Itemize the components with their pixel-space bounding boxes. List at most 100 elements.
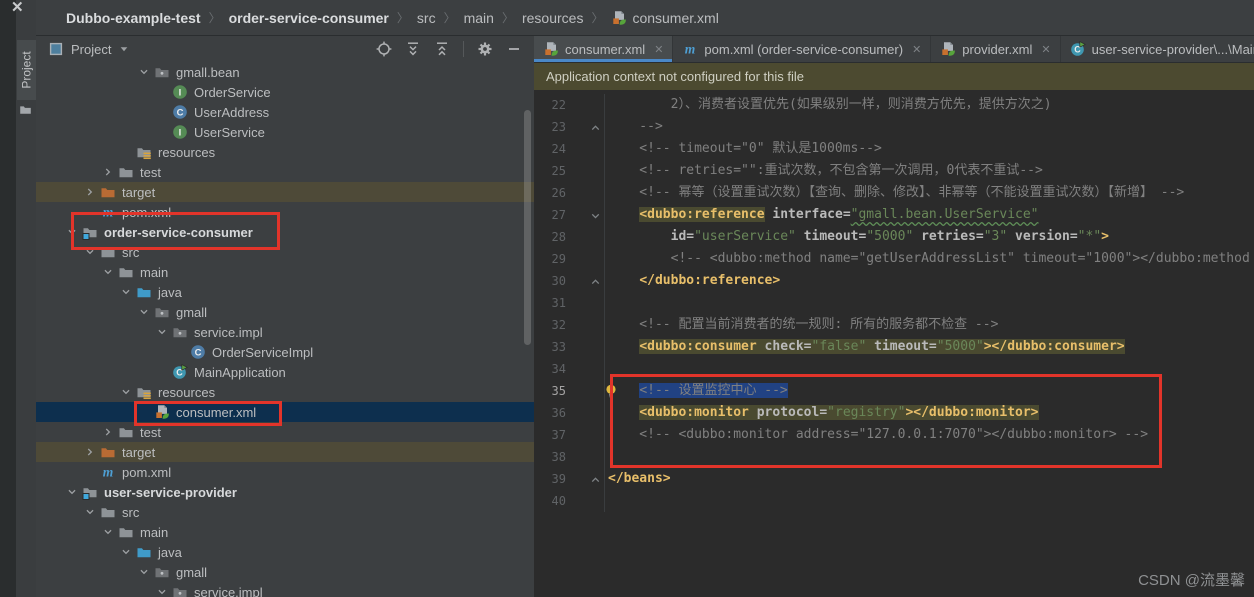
chevron-right-icon[interactable]	[101, 165, 115, 179]
breadcrumb-item-order-service-consumer[interactable]: order-service-consumer	[229, 10, 389, 26]
chevron-down-icon[interactable]	[65, 485, 79, 499]
tree-row-order-service-consumer[interactable]: order-service-consumer	[36, 222, 534, 242]
tree-row-userservice[interactable]: I UserService	[36, 122, 534, 142]
chevron-down-icon[interactable]	[83, 245, 97, 259]
tree-toggle[interactable]	[80, 184, 100, 200]
chevron-down-icon[interactable]	[137, 305, 151, 319]
tree-row-pom-xml[interactable]: m pom.xml	[36, 202, 534, 222]
chevron-down-icon[interactable]	[155, 585, 169, 597]
tab-pom-xml-order-service-consumer[interactable]: m pom.xml (order-service-consumer) ✕	[673, 36, 932, 62]
breadcrumb-item-main[interactable]: main	[464, 10, 494, 26]
code-line-40[interactable]: 40	[534, 490, 1254, 512]
breadcrumb-item-resources[interactable]: resources	[522, 10, 583, 26]
tree-row-java[interactable]: java	[36, 282, 534, 302]
tree-row-src[interactable]: src	[36, 242, 534, 262]
chevron-down-icon[interactable]	[101, 525, 115, 539]
code-line-34[interactable]: 34	[534, 358, 1254, 380]
tree-row-target[interactable]: target	[36, 182, 534, 202]
chevron-right-icon[interactable]	[83, 445, 97, 459]
tree-row-target[interactable]: target	[36, 442, 534, 462]
code-line-33[interactable]: 33 <dubbo:consumer check="false" timeout…	[534, 336, 1254, 358]
gear-icon[interactable]	[477, 41, 493, 57]
code-line-39[interactable]: 39 </beans>	[534, 468, 1254, 490]
tree-row-mainapplication[interactable]: C MainApplication	[36, 362, 534, 382]
code-line-25[interactable]: 25 <!-- retries="":重试次数，不包含第一次调用，0代表不重试-…	[534, 160, 1254, 182]
code-line-22[interactable]: 22 2）、消费者设置优先(如果级别一样，则消费方优先，提供方次之)	[534, 94, 1254, 116]
chevron-down-icon[interactable]	[83, 505, 97, 519]
tree-toggle[interactable]	[98, 264, 118, 280]
code-line-36[interactable]: 36 <dubbo:monitor protocol="registry"></…	[534, 402, 1254, 424]
tab-user-service-provider-mainap[interactable]: Cuser-service-provider\...\MainAp	[1061, 36, 1254, 62]
hide-panel-button[interactable]	[506, 41, 522, 57]
tree-toggle[interactable]	[62, 484, 82, 500]
fold-region-end-icon[interactable]	[589, 121, 602, 134]
tree-row-pom-xml[interactable]: m pom.xml	[36, 462, 534, 482]
tree-toggle[interactable]	[152, 584, 172, 597]
code-line-24[interactable]: 24 <!-- timeout="0" 默认是1000ms-->	[534, 138, 1254, 160]
tree-row-service-impl[interactable]: service.impl	[36, 582, 534, 597]
tree-row-test[interactable]: test	[36, 422, 534, 442]
fold-region-open-icon[interactable]	[589, 209, 602, 222]
tree-row-orderserviceimpl[interactable]: C OrderServiceImpl	[36, 342, 534, 362]
breadcrumb-item-consumer-xml[interactable]: consumer.xml	[611, 10, 719, 26]
locate-file-button[interactable]	[376, 41, 392, 57]
intention-bulb-icon[interactable]	[603, 383, 619, 406]
close-icon[interactable]: ✕	[1041, 43, 1050, 56]
tree-row-orderservice[interactable]: I OrderService	[36, 82, 534, 102]
chevron-down-icon[interactable]	[117, 42, 131, 56]
chevron-right-icon[interactable]	[83, 185, 97, 199]
chevron-down-icon[interactable]	[119, 385, 133, 399]
tree-toggle[interactable]	[80, 504, 100, 520]
tree-row-useraddress[interactable]: C UserAddress	[36, 102, 534, 122]
tree-row-service-impl[interactable]: service.impl	[36, 322, 534, 342]
tree-row-resources[interactable]: resources	[36, 142, 534, 162]
tool-window-button-project[interactable]: Project	[17, 40, 36, 100]
tree-row-gmall[interactable]: gmall	[36, 562, 534, 582]
code-line-30[interactable]: 30 </dubbo:reference>	[534, 270, 1254, 292]
tree-row-test[interactable]: test	[36, 162, 534, 182]
collapse-all-button[interactable]	[434, 41, 450, 57]
chevron-down-icon[interactable]	[137, 65, 151, 79]
tree-toggle[interactable]	[80, 444, 100, 460]
tree-toggle[interactable]	[134, 304, 154, 320]
code-line-38[interactable]: 38	[534, 446, 1254, 468]
tree-toggle[interactable]	[152, 324, 172, 340]
tree-toggle[interactable]	[98, 524, 118, 540]
tree-row-src[interactable]: src	[36, 502, 534, 522]
tree-row-main[interactable]: main	[36, 522, 534, 542]
tree-toggle[interactable]	[98, 424, 118, 440]
code-line-29[interactable]: 29 <!-- <dubbo:method name="getUserAddre…	[534, 248, 1254, 270]
code-line-26[interactable]: 26 <!-- 幂等（设置重试次数）【查询、删除、修改】、非幂等（不能设置重试次…	[534, 182, 1254, 204]
chevron-down-icon[interactable]	[119, 545, 133, 559]
close-icon[interactable]: ✕	[654, 43, 663, 56]
chevron-down-icon[interactable]	[65, 225, 79, 239]
tree-row-user-service-provider[interactable]: user-service-provider	[36, 482, 534, 502]
chevron-down-icon[interactable]	[101, 265, 115, 279]
code-line-35[interactable]: 35 <!-- 设置监控中心 -->	[534, 380, 1254, 402]
project-panel-title[interactable]: Project	[71, 42, 111, 57]
code-line-27[interactable]: 27 <dubbo:reference interface="gmall.bea…	[534, 204, 1254, 226]
tree-scrollbar[interactable]	[524, 110, 531, 345]
code-editor[interactable]: 22 2）、消费者设置优先(如果级别一样，则消费方优先，提供方次之) 23 -->…	[534, 90, 1254, 597]
chevron-down-icon[interactable]	[119, 285, 133, 299]
code-line-32[interactable]: 32 <!-- 配置当前消费者的统一规则: 所有的服务都不检查 -->	[534, 314, 1254, 336]
expand-all-button[interactable]	[405, 41, 421, 57]
breadcrumb-item-dubbo-example-test[interactable]: Dubbo-example-test	[66, 10, 201, 26]
tree-row-resources[interactable]: resources	[36, 382, 534, 402]
tree-row-java[interactable]: java	[36, 542, 534, 562]
tree-toggle[interactable]	[62, 224, 82, 240]
tab-consumer-xml[interactable]: consumer.xml ✕	[534, 36, 674, 62]
tree-toggle[interactable]	[116, 384, 136, 400]
close-icon[interactable]: ✕	[912, 43, 921, 56]
code-line-23[interactable]: 23 -->	[534, 116, 1254, 138]
code-line-37[interactable]: 37 <!-- <dubbo:monitor address="127.0.0.…	[534, 424, 1254, 446]
tree-row-consumer-xml[interactable]: consumer.xml	[36, 402, 534, 422]
breadcrumb-item-src[interactable]: src	[417, 10, 436, 26]
tree-toggle[interactable]	[116, 284, 136, 300]
chevron-down-icon[interactable]	[137, 565, 151, 579]
chevron-right-icon[interactable]	[101, 425, 115, 439]
tree-row-main[interactable]: main	[36, 262, 534, 282]
tree-row-gmall-bean[interactable]: gmall.bean	[36, 62, 534, 82]
tree-toggle[interactable]	[134, 64, 154, 80]
code-line-28[interactable]: 28 id="userService" timeout="5000" retri…	[534, 226, 1254, 248]
